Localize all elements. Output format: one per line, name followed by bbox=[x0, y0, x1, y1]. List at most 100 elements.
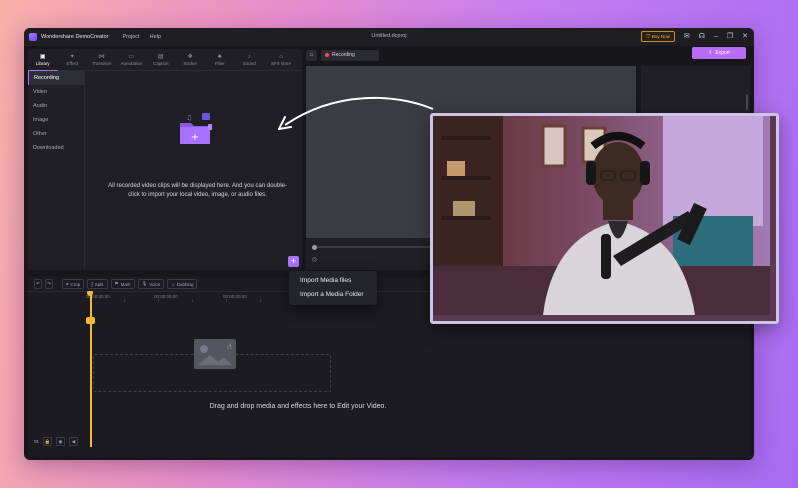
tab-caption[interactable]: ▤ Caption bbox=[146, 49, 176, 70]
sound-icon: ♪ bbox=[247, 54, 251, 60]
sidebar-item-other[interactable]: Other bbox=[28, 127, 84, 141]
track-controls: 01 🔒 ◉ ◀ bbox=[34, 437, 79, 446]
menu-help[interactable]: Help bbox=[150, 34, 161, 40]
buy-now-button[interactable]: ⛉ Buy Now bbox=[641, 31, 675, 42]
restore-icon[interactable]: ❐ bbox=[727, 32, 733, 42]
recording-tab[interactable]: Recording bbox=[321, 49, 379, 61]
library-panel: ▣ Library ✦ Effect ⋈ Transition ▭ Annota… bbox=[28, 49, 302, 270]
menu-item-import-media-folder[interactable]: Import a Media Folder bbox=[289, 288, 377, 302]
mark-icon: ⚑ bbox=[114, 281, 119, 286]
svg-text:+: + bbox=[191, 132, 199, 143]
mute-icon[interactable]: ◀ bbox=[69, 437, 79, 446]
svg-text:♫: ♫ bbox=[186, 114, 192, 122]
tab-label: Annotation bbox=[120, 61, 143, 66]
tab-sfx-store[interactable]: ⌂ SFX store bbox=[264, 49, 298, 70]
minimize-icon[interactable]: – bbox=[714, 32, 718, 42]
store-icon: ⌂ bbox=[279, 54, 283, 60]
empty-library-message: All recorded video clips will be display… bbox=[108, 183, 287, 198]
sticker-icon: ❖ bbox=[187, 54, 193, 60]
tab-label: Sound bbox=[242, 61, 256, 66]
redo-icon: ↷ bbox=[47, 281, 51, 286]
app-logo-icon bbox=[29, 33, 37, 41]
caption-icon: ▤ bbox=[157, 54, 164, 60]
tab-library[interactable]: ▣ Library bbox=[28, 49, 58, 71]
tab-filter[interactable]: ♣ Filter bbox=[205, 49, 235, 70]
cart-icon: ⛉ bbox=[646, 34, 650, 39]
dubbing-label: Dubbing bbox=[176, 281, 194, 287]
tab-label: Library bbox=[35, 61, 50, 66]
transition-icon: ⋈ bbox=[98, 54, 105, 60]
buy-now-label: Buy Now bbox=[651, 34, 670, 39]
webcam-feed-image bbox=[433, 116, 770, 315]
sidebar-item-image[interactable]: Image bbox=[28, 113, 84, 127]
tab-label: Transition bbox=[91, 61, 112, 66]
sidebar-item-video[interactable]: Video bbox=[28, 85, 84, 99]
crop-icon: ⌗ bbox=[66, 281, 69, 287]
library-content[interactable]: + ♫ All recorded video clips will be dis… bbox=[85, 71, 302, 270]
ruler-tick bbox=[158, 299, 159, 302]
effect-icon: ✦ bbox=[69, 54, 75, 60]
svg-text:☝: ☝ bbox=[227, 342, 232, 351]
crop-label: Crop bbox=[70, 281, 81, 287]
sidebar-item-recording[interactable]: Recording bbox=[28, 71, 84, 85]
voice-button[interactable]: 🎙 Voice bbox=[137, 279, 165, 289]
split-icon: ⫿ bbox=[91, 281, 93, 287]
tab-label: Sticker bbox=[183, 61, 198, 66]
visibility-icon[interactable]: ◉ bbox=[56, 437, 66, 446]
tab-label: Effect bbox=[66, 61, 78, 66]
support-icon[interactable]: ☊ bbox=[699, 32, 705, 42]
sidebar-item-downloaded[interactable]: Downloaded bbox=[28, 141, 84, 155]
progress-knob[interactable] bbox=[312, 244, 317, 250]
microphone-icon: 🎙 bbox=[141, 281, 148, 286]
tab-effect[interactable]: ✦ Effect bbox=[58, 49, 88, 70]
tab-annotation[interactable]: ▭ Annotation bbox=[117, 49, 147, 70]
dubbing-button[interactable]: ♫ Dubbing bbox=[167, 279, 198, 289]
ruler-tick bbox=[260, 299, 261, 302]
tab-sound[interactable]: ♪ Sound bbox=[235, 49, 265, 70]
track-number: 01 bbox=[34, 439, 40, 444]
tab-sticker[interactable]: ❖ Sticker bbox=[176, 49, 206, 70]
import-folder-icon: + ♫ bbox=[180, 113, 212, 144]
export-icon: ⇪ bbox=[708, 50, 713, 56]
close-icon[interactable]: ✕ bbox=[742, 32, 748, 42]
lock-track-icon[interactable]: 🔒 bbox=[43, 437, 53, 446]
crop-button[interactable]: ⌗ Crop bbox=[62, 279, 85, 289]
title-bar: Wondershare DemoCreator Project Help Unt… bbox=[24, 28, 754, 46]
ruler-tick bbox=[124, 299, 125, 302]
timeline-drop-message: Drag and drop media and effects here to … bbox=[209, 403, 387, 410]
undo-button[interactable]: ↶ bbox=[34, 279, 42, 289]
library-sidebar: Recording Video Audio Image Other Downlo… bbox=[28, 71, 85, 270]
library-tabs: ▣ Library ✦ Effect ⋈ Transition ▭ Annota… bbox=[28, 49, 302, 71]
tab-label: Filter bbox=[214, 61, 225, 66]
redo-button[interactable]: ↷ bbox=[45, 279, 53, 289]
tab-transition[interactable]: ⋈ Transition bbox=[87, 49, 117, 70]
webcam-overlay bbox=[430, 113, 779, 324]
tab-label: Caption bbox=[152, 61, 169, 66]
mark-label: Mark bbox=[120, 281, 131, 287]
library-icon: ▣ bbox=[39, 54, 46, 60]
filter-icon: ♣ bbox=[217, 54, 222, 60]
record-dot-icon bbox=[325, 53, 329, 57]
ruler-tick bbox=[192, 299, 193, 302]
menu-project[interactable]: Project bbox=[122, 34, 139, 40]
export-button[interactable]: ⇪ Export bbox=[692, 47, 746, 59]
add-media-button[interactable]: + bbox=[288, 256, 299, 267]
sidebar-item-audio[interactable]: Audio bbox=[28, 99, 84, 113]
ruler-tick bbox=[226, 299, 227, 302]
playhead[interactable] bbox=[90, 291, 92, 447]
mail-icon[interactable]: ✉ bbox=[684, 32, 690, 42]
menu-item-import-media-files[interactable]: Import Media files bbox=[289, 274, 377, 288]
camera-icon[interactable]: ◎ bbox=[312, 256, 317, 263]
media-placeholder-icon: ☝ bbox=[194, 339, 236, 369]
home-button[interactable]: ⌂ bbox=[306, 49, 317, 61]
recording-tab-label: Recording bbox=[332, 52, 355, 58]
annotation-icon: ▭ bbox=[128, 54, 135, 60]
home-icon: ⌂ bbox=[309, 51, 314, 58]
properties-scrollbar[interactable] bbox=[746, 94, 748, 110]
playhead-marker[interactable] bbox=[86, 317, 95, 324]
dubbing-icon: ♫ bbox=[171, 281, 175, 287]
voice-label: Voice bbox=[149, 281, 161, 287]
mark-button[interactable]: ⚑ Mark bbox=[110, 279, 135, 289]
undo-icon: ↶ bbox=[36, 281, 40, 286]
split-button[interactable]: ⫿ Split bbox=[87, 279, 108, 289]
